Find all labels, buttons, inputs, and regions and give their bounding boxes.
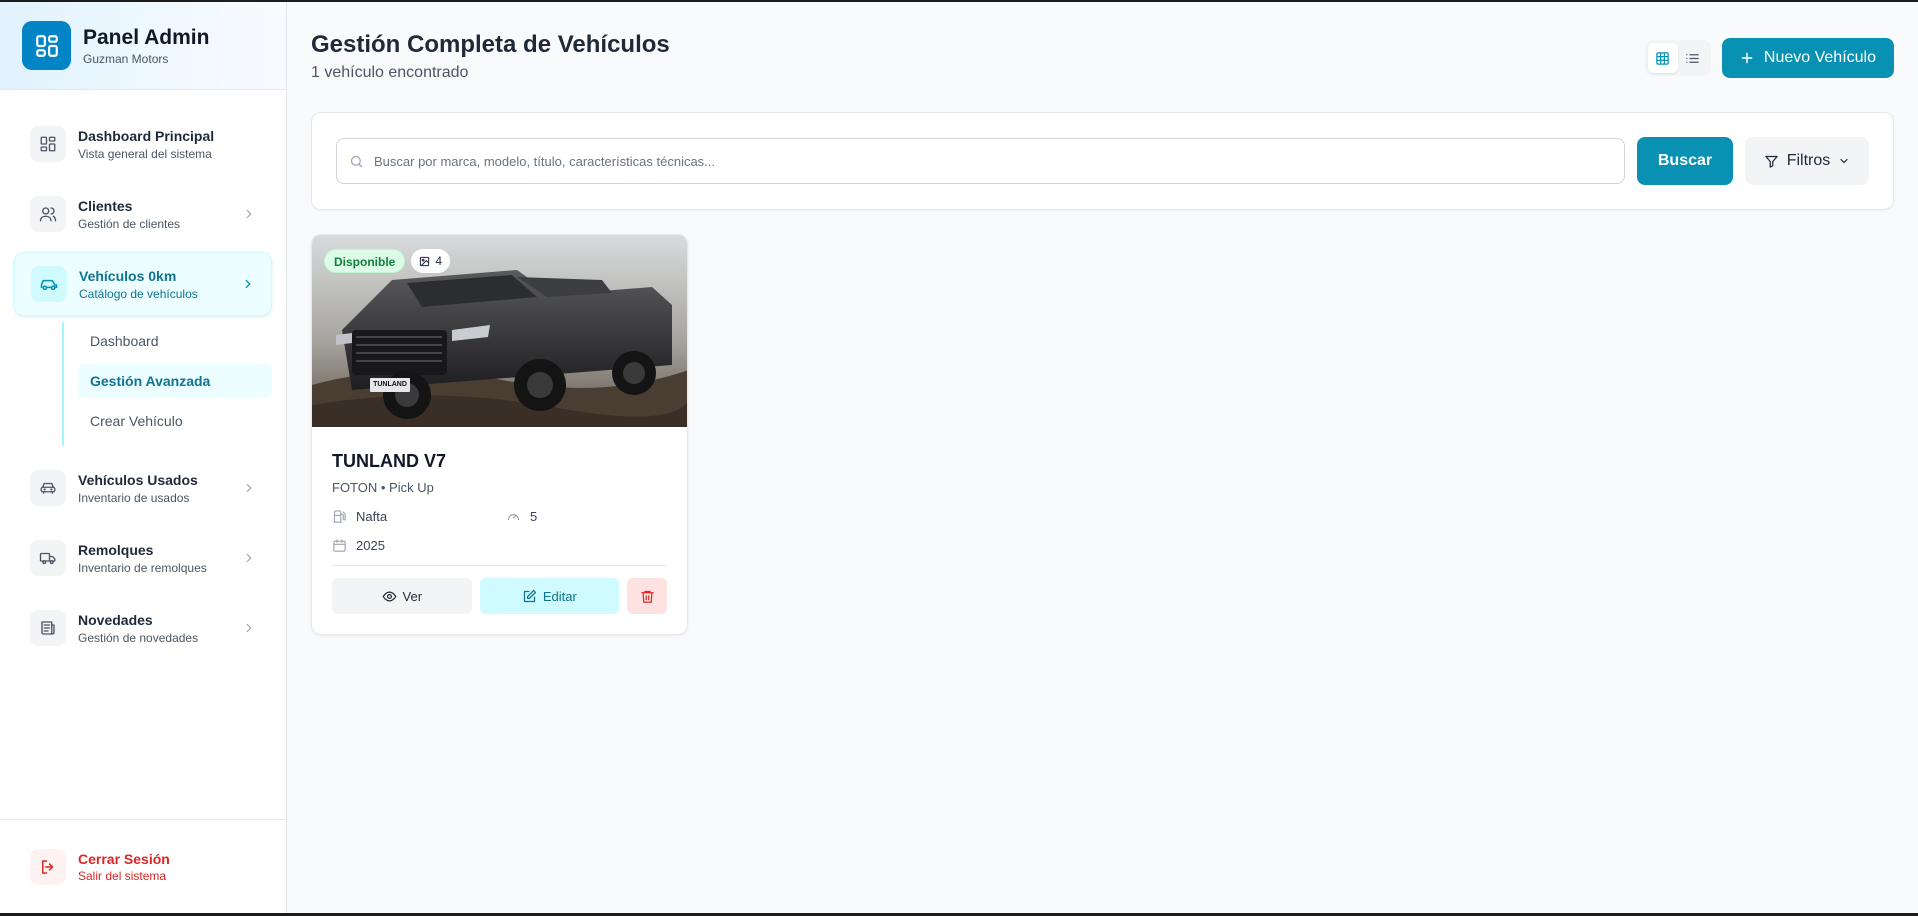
list-icon: [1686, 53, 1700, 63]
grid-view-button[interactable]: [1647, 43, 1678, 73]
car-icon: [31, 266, 67, 302]
sidebar-item-title: Novedades: [78, 611, 153, 628]
grid-icon: [1656, 51, 1670, 65]
license-plate: TUNLAND: [373, 381, 407, 388]
eye-icon: [382, 590, 396, 602]
spec-year: 2025: [332, 538, 506, 553]
filters-label: Filtros: [1786, 152, 1831, 169]
trash-icon: [640, 590, 654, 603]
vehicle-title: TUNLAND V7: [332, 451, 447, 471]
card-divider: [332, 565, 667, 566]
photo-count-badge: 4: [411, 249, 451, 273]
subnav-item-dashboard[interactable]: Dashboard: [78, 324, 272, 358]
filters-button[interactable]: Filtros: [1745, 137, 1869, 185]
chevron-right-icon: [246, 483, 252, 493]
dashboard-grid-icon: [22, 21, 71, 70]
gauge-icon: [507, 514, 520, 521]
sidebar-item-subtitle: Gestión de novedades: [78, 630, 199, 645]
newspaper-icon: [30, 610, 66, 646]
year-value: 2025: [356, 538, 385, 553]
spec-fuel: Nafta: [332, 509, 506, 524]
photo-count: 4: [435, 254, 443, 268]
sidebar-item-novedades[interactable]: Novedades Gestión de novedades: [14, 596, 272, 660]
sidebar-item-dashboard[interactable]: Dashboard Principal Vista general del si…: [14, 112, 272, 176]
sidebar-item-remolques[interactable]: Remolques Inventario de remolques: [14, 526, 272, 590]
sidebar-nav: Dashboard Principal Vista general del si…: [0, 90, 286, 819]
view-toggle: [1644, 40, 1711, 76]
sidebar-item-title: Vehículos 0km: [79, 267, 177, 284]
list-view-button[interactable]: [1678, 43, 1708, 73]
subnav-item-crear-vehiculo[interactable]: Crear Vehículo: [78, 404, 272, 438]
calendar-icon: [333, 539, 346, 552]
sidebar-item-clientes[interactable]: Clientes Gestión de clientes: [14, 182, 272, 246]
logout-icon: [30, 848, 66, 885]
truck-icon: [30, 540, 66, 576]
status-badge: Disponible: [324, 249, 406, 273]
logout-title: Cerrar Sesión: [78, 850, 170, 867]
main-content: Gestión Completa de Vehículos 1 vehículo…: [287, 2, 1918, 913]
logout-button[interactable]: Cerrar Sesión Salir del sistema: [0, 819, 286, 913]
sidebar-item-vehiculos-0km[interactable]: Vehículos 0km Catálogo de vehículos: [14, 252, 272, 316]
search-button[interactable]: Buscar: [1637, 137, 1733, 185]
sidebar-item-title: Remolques: [78, 541, 154, 558]
sidebar-item-title: Vehículos Usados: [78, 471, 198, 488]
filter-icon: [1764, 155, 1778, 168]
sidebar-item-subtitle: Inventario de usados: [78, 490, 190, 505]
brand-header: Panel Admin Guzman Motors: [0, 2, 286, 90]
new-vehicle-button[interactable]: Nuevo Vehículo: [1721, 38, 1894, 78]
image-icon: [420, 256, 430, 266]
subnav-item-gestion-avanzada[interactable]: Gestión Avanzada: [78, 364, 272, 398]
page-header: Gestión Completa de Vehículos 1 vehículo…: [311, 28, 1894, 112]
delete-button[interactable]: [627, 578, 667, 614]
vehicle-brand-type: FOTON • Pick Up: [332, 480, 434, 495]
results-count: 1 vehículo encontrado: [311, 64, 469, 81]
fuel-icon: [333, 510, 346, 523]
view-button[interactable]: Ver: [332, 578, 472, 614]
brand-subtitle: Guzman Motors: [83, 51, 169, 66]
sidebar-subnav: Dashboard Gestión Avanzada Crear Vehícul…: [62, 322, 272, 446]
view-label: Ver: [402, 588, 423, 604]
layout-dashboard-icon: [30, 126, 66, 162]
search-icon: [350, 155, 363, 167]
sidebar-item-vehiculos-usados[interactable]: Vehículos Usados Inventario de usados: [14, 456, 272, 520]
vehicle-specs: Nafta 5 2025: [332, 509, 667, 553]
chevron-right-icon: [246, 623, 252, 633]
seats-value: 5: [530, 509, 538, 524]
search-box: [336, 138, 1625, 184]
logout-subtitle: Salir del sistema: [78, 868, 167, 883]
edit-button[interactable]: Editar: [479, 578, 620, 614]
sidebar-item-subtitle: Catálogo de vehículos: [79, 286, 198, 301]
new-vehicle-label: Nuevo Vehículo: [1763, 49, 1876, 66]
chevron-right-icon: [246, 553, 252, 563]
search-panel: Buscar Filtros: [311, 112, 1894, 210]
vehicle-grid: TUNLAND Disponible 4 TUNLAND V7 FOTON •: [311, 234, 1894, 635]
spec-seats: 5: [506, 509, 667, 524]
edit-label: Editar: [542, 588, 577, 604]
edit-icon: [523, 589, 536, 602]
plus-icon: [1741, 52, 1753, 64]
sidebar-item-subtitle: Gestión de clientes: [78, 216, 181, 231]
card-actions: Ver Editar: [332, 578, 667, 614]
fuel-value: Nafta: [356, 509, 388, 524]
car-front-icon: [30, 470, 66, 506]
sidebar-item-subtitle: Inventario de remolques: [78, 560, 207, 575]
chevron-right-icon: [246, 209, 252, 219]
sidebar-item-title: Clientes: [78, 197, 133, 214]
brand-title: Panel Admin: [83, 25, 210, 49]
vehicle-photo[interactable]: TUNLAND Disponible 4: [312, 235, 687, 427]
sidebar-item-subtitle: Vista general del sistema: [78, 146, 212, 161]
search-input[interactable]: [374, 139, 1624, 183]
page-title: Gestión Completa de Vehículos: [311, 31, 670, 58]
users-icon: [30, 196, 66, 232]
chevron-down-icon: [1840, 158, 1848, 164]
app-window: Panel Admin Guzman Motors Dashboard Prin…: [0, 2, 1918, 913]
sidebar: Panel Admin Guzman Motors Dashboard Prin…: [0, 2, 287, 913]
sidebar-item-title: Dashboard Principal: [78, 127, 215, 144]
chevron-right-icon: [245, 279, 251, 289]
vehicle-card: TUNLAND Disponible 4 TUNLAND V7 FOTON •: [311, 234, 688, 635]
